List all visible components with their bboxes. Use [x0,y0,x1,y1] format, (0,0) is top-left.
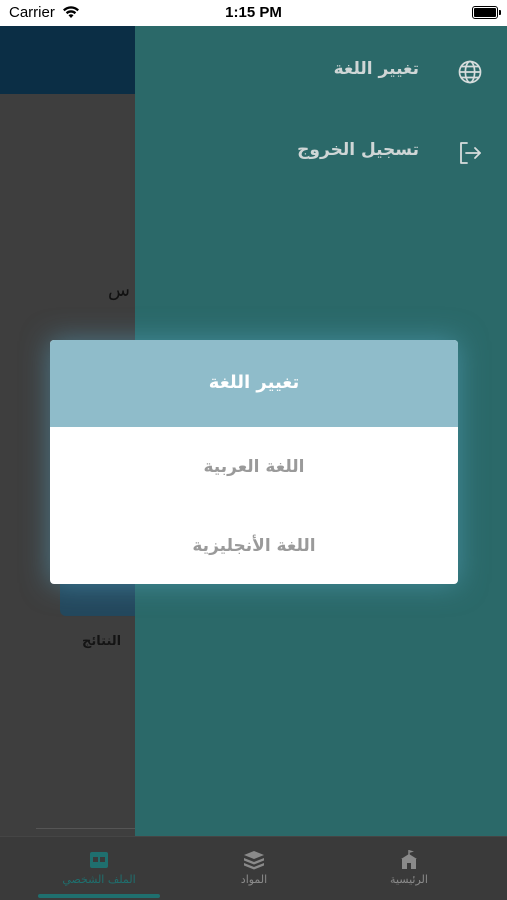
logout-icon [460,142,481,164]
background-text: س [108,280,130,301]
divider [36,828,136,829]
change-language-dialog: تغيير اللغة اللغة العربية اللغة الأنجليز… [50,340,458,584]
language-option-english[interactable]: اللغة الأنجليزية [50,516,458,576]
results-label: النتائج [82,634,122,649]
bottom-tab-bar: الملف الشخصي المواد الرئيسية [0,836,507,900]
tab-label: الرئيسية [390,873,428,886]
active-tab-indicator [38,894,160,898]
tab-profile[interactable]: الملف الشخصي [39,837,159,900]
status-bar: Carrier 1:15 PM [0,0,507,26]
dialog-header: تغيير اللغة [50,340,458,427]
profile-card-icon [90,852,108,868]
drawer-item-label: تسجيل الخروج [297,140,419,160]
option-label: اللغة الأنجليزية [192,536,316,556]
clock: 1:15 PM [225,4,282,21]
home-icon [401,850,417,869]
language-option-arabic[interactable]: اللغة العربية [50,437,458,497]
drawer-item-label: تغيير اللغة [333,59,419,79]
tab-label: الملف الشخصي [62,873,136,886]
drawer-item-logout[interactable]: تسجيل الخروج [135,128,507,178]
tab-subjects[interactable]: المواد [194,837,314,900]
tab-home[interactable]: الرئيسية [349,837,469,900]
tab-label: المواد [240,873,268,886]
globe-icon [458,60,482,84]
option-label: اللغة العربية [203,457,305,477]
drawer-item-change-language[interactable]: تغيير اللغة [135,47,507,97]
battery-icon [472,6,501,19]
books-icon [244,851,264,870]
dialog-title: تغيير اللغة [208,372,300,393]
